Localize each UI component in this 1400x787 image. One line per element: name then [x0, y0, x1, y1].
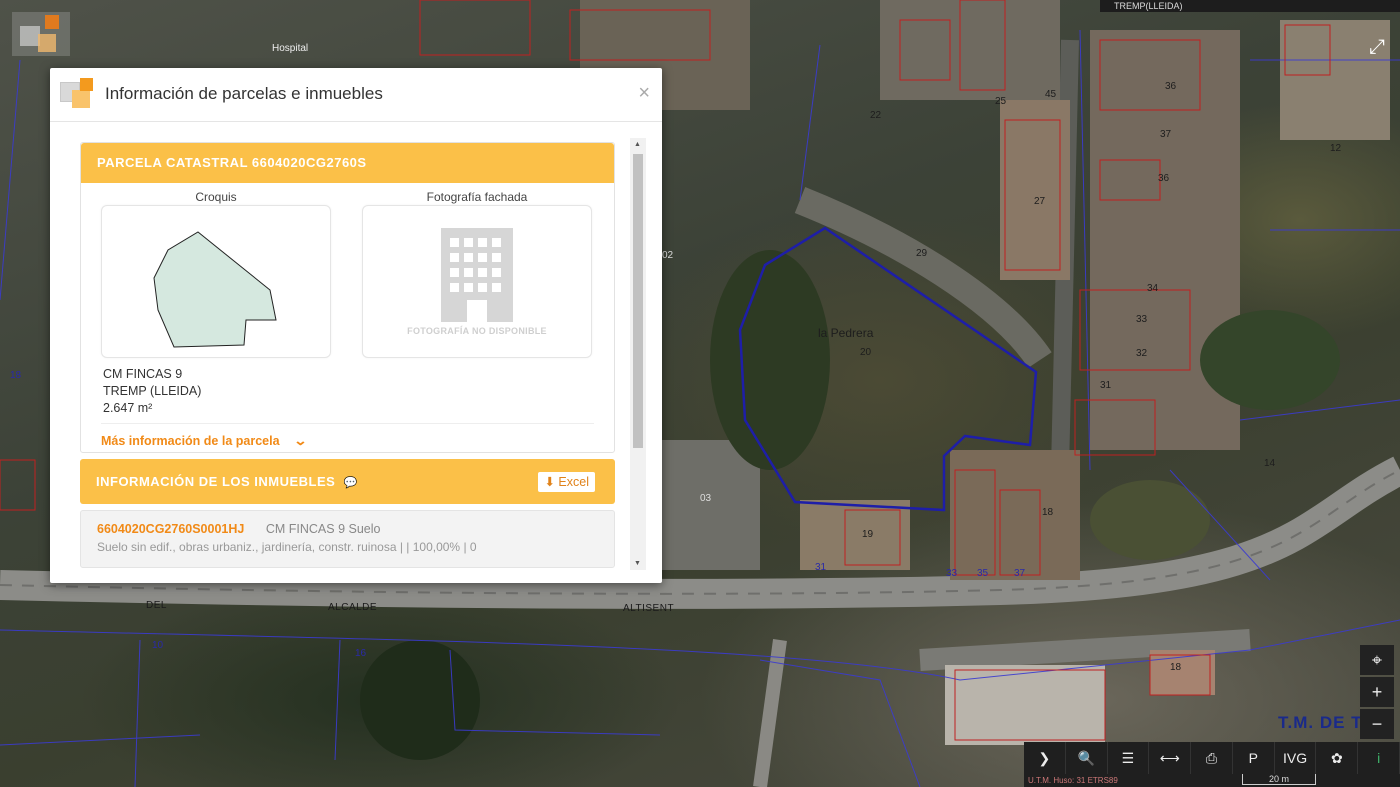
parcel-number: 45 [1045, 89, 1057, 100]
parcel-number: 25 [995, 96, 1007, 107]
dialog-scrollbar[interactable]: ▲ ▼ [630, 138, 646, 570]
parcel-number: 03 [700, 493, 712, 504]
parcel-number: 12 [1330, 143, 1342, 154]
parcel-sketch[interactable] [101, 205, 331, 358]
scroll-down-icon[interactable]: ▼ [634, 560, 641, 567]
search-icon[interactable]: 🔍 [1066, 742, 1108, 774]
parcel-number: 32 [1136, 348, 1148, 359]
parcel-number: 10 [152, 640, 164, 651]
close-icon[interactable]: × [638, 82, 650, 105]
property-use: CM FINCAS 9 Suelo [265, 522, 381, 536]
parcel-number: 36 [1165, 81, 1177, 92]
photo-unavailable-label: FOTOGRAFÍA NO DISPONIBLE [407, 326, 547, 336]
share-icon[interactable]: ✿ [1316, 742, 1359, 774]
ivg-button[interactable]: IVG [1275, 742, 1317, 774]
scroll-up-icon[interactable]: ▲ [634, 141, 641, 148]
parcel-info-dialog: Información de parcelas e inmuebles × PA… [50, 68, 662, 583]
parcel-number: 37 [1014, 568, 1026, 579]
parcel-number: 33 [946, 568, 958, 579]
street-label: DEL [146, 600, 167, 611]
inmuebles-heading: INFORMACIÓN DE LOS INMUEBLES [96, 474, 336, 489]
parcel-number: 18 [10, 370, 22, 381]
municipality-boundary-label: T.M. DE T [1278, 713, 1363, 732]
parcel-number: 18 [1170, 662, 1182, 673]
parcel-number: 31 [815, 562, 827, 573]
parcel-shape-icon [153, 231, 277, 348]
map-municipality-header: TREMP(LLEIDA) [1100, 0, 1400, 12]
building-icon [441, 228, 513, 322]
facade-photo-placeholder: FOTOGRAFÍA NO DISPONIBLE [362, 205, 592, 358]
parcel-number: 27 [1034, 196, 1046, 207]
layers-icon[interactable]: ☰ [1108, 742, 1150, 774]
dialog-header: Información de parcelas e inmuebles × [50, 68, 662, 122]
catastro-logo-icon [60, 78, 94, 112]
scale-distance: 20 m [1242, 774, 1316, 785]
chevron-down-icon: ⌄ [293, 433, 308, 448]
parking-icon[interactable]: P [1233, 742, 1275, 774]
measure-icon[interactable]: ⟷ [1149, 742, 1192, 774]
catastro-logo [12, 12, 70, 56]
photo-caption: Fotografía fachada [426, 190, 528, 204]
parcel-number: 35 [977, 568, 989, 579]
parcel-number: 36 [1158, 173, 1170, 184]
parcel-number: 37 [1160, 129, 1172, 140]
excel-label: Excel [558, 475, 589, 489]
map-zoom-controls: ⌖ + − [1360, 645, 1396, 741]
parcel-number: 02 [662, 250, 674, 261]
street-label: ALCALDE [328, 602, 378, 613]
address-municipality: TREMP (LLEIDA) [103, 384, 202, 398]
inmuebles-heading-bar: INFORMACIÓN DE LOS INMUEBLES 💬 ⬇ Excel [80, 459, 615, 504]
parcel-number: 18 [1042, 507, 1054, 518]
parcel-number: 16 [355, 648, 367, 659]
property-reference-link[interactable]: 6604020CG2760S0001HJ [97, 522, 244, 536]
comment-icon[interactable]: 💬 [343, 477, 357, 489]
parcel-heading: PARCELA CATASTRAL 6604020CG2760S [81, 143, 614, 183]
parcel-number: 20 [860, 347, 872, 358]
place-label: Hospital [272, 43, 309, 54]
download-icon: ⬇ [544, 475, 555, 489]
parcel-area: 2.647 m² [103, 401, 153, 415]
street-label: ALTISENT [623, 603, 675, 614]
property-details: Suelo sin edif., obras urbaniz., jardine… [97, 540, 477, 554]
zoom-out-button[interactable]: − [1360, 709, 1394, 739]
parcel-number: 31 [1100, 380, 1112, 391]
parcel-number: 33 [1136, 314, 1148, 325]
sketch-caption: Croquis [195, 190, 237, 204]
scroll-thumb[interactable] [633, 154, 643, 448]
dialog-content: PARCELA CATASTRAL 6604020CG2760S Croquis… [80, 142, 615, 570]
parcel-number: 19 [862, 529, 874, 540]
more-info-toggle[interactable]: Más información de la parcela ⌄ [81, 424, 614, 449]
expand-icon[interactable]: ⤢ [1360, 30, 1394, 64]
parcel-number: 22 [870, 110, 882, 121]
parcel-number: 14 [1264, 458, 1276, 469]
map-toolbar: ❯ 🔍 ☰ ⟷ ⎙ P IVG ✿ i [1024, 742, 1400, 774]
excel-export-button[interactable]: ⬇ Excel [538, 472, 595, 492]
info-icon[interactable]: i [1358, 742, 1400, 774]
more-info-label: Más información de la parcela [101, 434, 280, 448]
dialog-title: Información de parcelas e inmuebles [105, 84, 383, 103]
property-list-item[interactable]: 6604020CG2760S0001HJ CM FINCAS 9 Suelo S… [80, 510, 615, 568]
place-label: la Pedrera [818, 326, 874, 340]
print-icon[interactable]: ⎙ [1191, 742, 1233, 774]
parcel-number: 29 [916, 248, 928, 259]
address-line: CM FINCAS 9 [103, 367, 183, 381]
chevron-right-icon[interactable]: ❯ [1024, 742, 1066, 774]
zoom-in-button[interactable]: + [1360, 677, 1394, 707]
parcel-number: 34 [1147, 283, 1159, 294]
scale-bar: U.T.M. Huso: 31 ETRS89 20 m [1024, 774, 1400, 787]
projection-label: U.T.M. Huso: 31 ETRS89 [1028, 776, 1118, 785]
parcel-address: CM FINCAS 9 TREMP (LLEIDA) 2.647 m² [81, 358, 614, 417]
locate-icon[interactable]: ⌖ [1360, 645, 1394, 675]
parcel-panel: PARCELA CATASTRAL 6604020CG2760S Croquis… [80, 142, 615, 453]
